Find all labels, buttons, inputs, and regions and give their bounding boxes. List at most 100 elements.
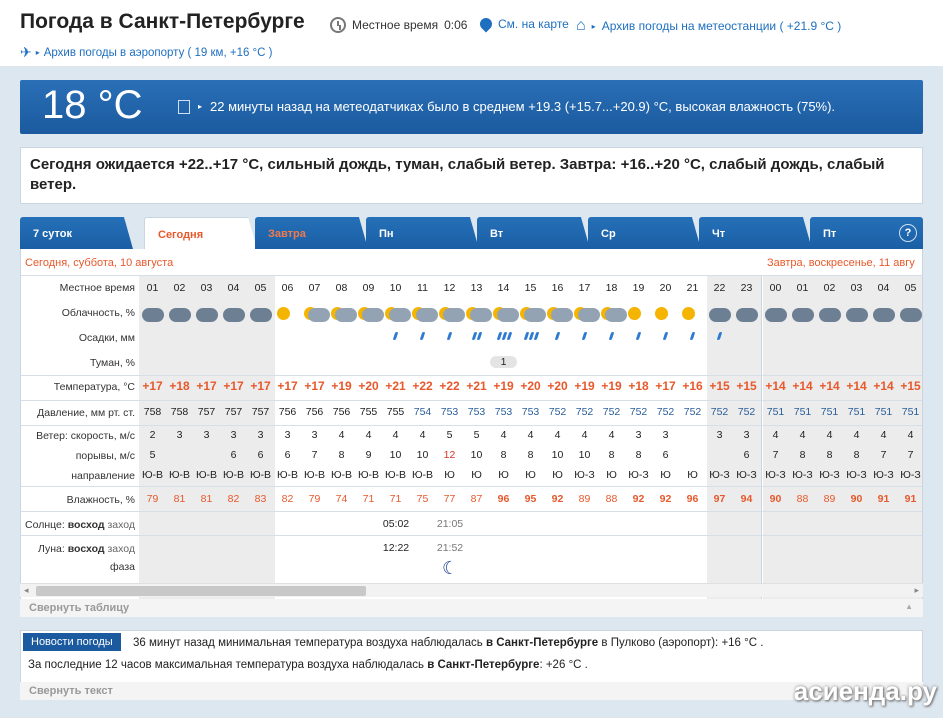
tab-thursday[interactable]: Чт — [699, 217, 812, 249]
news-line-2-city: в Санкт-Петербурге — [427, 659, 540, 671]
pressure-cell: 753 — [521, 406, 540, 418]
rain-drop-icon — [446, 332, 453, 340]
page-title: Погода в Санкт-Петербурге — [20, 10, 305, 33]
hour-cell: 05 — [904, 282, 917, 294]
sensor-message-text: 22 минуты назад на метеодатчиках было в … — [210, 99, 836, 114]
hour-cell: 21 — [686, 282, 699, 294]
wind-speed-cell: 4 — [338, 429, 345, 441]
hour-cell: 01 — [146, 282, 159, 294]
tab-monday[interactable]: Пн — [366, 217, 479, 249]
wind-direction-cell: Ю-З — [765, 469, 786, 481]
humidity-cell: 71 — [389, 493, 402, 505]
temperature-cell: +17 — [655, 379, 676, 393]
tab-wednesday[interactable]: Ср — [588, 217, 701, 249]
wind-speed-cell: 4 — [880, 429, 887, 441]
collapse-table-label[interactable]: Свернуть таблицу — [29, 602, 129, 614]
tab-today[interactable]: Сегодня — [144, 217, 257, 249]
wind-direction-cell: Ю — [444, 469, 455, 481]
wind-speed-cell: 3 — [311, 429, 318, 441]
hour-cell: 11 — [417, 282, 428, 294]
arrow-right-icon: ▸ — [198, 102, 203, 111]
label-sun: Солнце: восход заход — [25, 519, 135, 531]
humidity-cell: 82 — [281, 493, 294, 505]
gust-cell: 6 — [257, 449, 264, 461]
gust-cell: 6 — [743, 449, 750, 461]
hour-cell: 14 — [497, 282, 510, 294]
wind-speed-cell: 3 — [716, 429, 723, 441]
wind-direction-cell: Ю-З — [846, 469, 867, 481]
label-humidity: Влажность, % — [66, 494, 135, 506]
pressure-cell: 752 — [683, 406, 702, 418]
news-line-2-text: За последние 12 часов максимальная темпе… — [28, 659, 424, 671]
scroll-left-icon[interactable]: ◂ — [24, 585, 29, 596]
wind-speed-cell: 3 — [662, 429, 669, 441]
help-icon[interactable]: ? — [899, 224, 917, 242]
label-phase: фаза — [109, 561, 135, 573]
cloud-icon — [362, 308, 384, 322]
station-archive-label[interactable]: Архив погоды на метеостанции ( +21.9 °C … — [602, 19, 842, 33]
wind-direction-cell: Ю-В — [141, 469, 164, 481]
sensor-message: ▸ 22 минуты назад на метеодатчиках было … — [178, 99, 835, 114]
station-archive-link[interactable]: ⌂ ▸ Архив погоды на метеостанции ( +21.9… — [576, 17, 841, 35]
hour-cell: 00 — [769, 282, 782, 294]
rain-drop-icon — [392, 332, 399, 340]
hour-cell: 12 — [443, 282, 456, 294]
label-fog: Туман, % — [90, 357, 135, 369]
cloud-icon — [605, 308, 627, 322]
humidity-cell: 81 — [173, 493, 186, 505]
hour-cell: 19 — [632, 282, 645, 294]
pressure-cell: 752 — [737, 406, 756, 418]
label-precip: Осадки, мм — [78, 332, 135, 344]
row-divider — [21, 511, 922, 512]
cloud-icon — [250, 308, 272, 322]
rain-drop-icon — [689, 332, 696, 340]
tab-tuesday[interactable]: Вт — [477, 217, 590, 249]
row-divider — [21, 375, 922, 376]
day-header-tomorrow: Завтра, воскресенье, 11 авгу — [767, 257, 915, 269]
map-link-label[interactable]: См. на карте — [498, 17, 569, 31]
humidity-cell: 92 — [659, 493, 672, 505]
local-time-value: 0:06 — [444, 18, 468, 32]
cloud-icon — [578, 308, 600, 322]
airport-archive-label[interactable]: Архив погоды в аэропорту ( 19 км, +16 °C… — [44, 47, 273, 59]
humidity-cell: 90 — [769, 493, 782, 505]
temperature-cell: +14 — [819, 379, 840, 393]
tab-tomorrow[interactable]: Завтра — [255, 217, 368, 249]
collapse-text-button[interactable]: Свернуть текст — [20, 682, 923, 700]
label-wind-speed: Ветер: скорость, м/с — [36, 430, 135, 442]
temperature-cell: +14 — [792, 379, 813, 393]
cloud-icon — [416, 308, 438, 322]
wind-direction-cell: Ю — [687, 469, 698, 481]
humidity-cell: 81 — [200, 493, 213, 505]
gust-cell: 8 — [608, 449, 615, 461]
wind-direction-cell: Ю — [471, 469, 482, 481]
pressure-cell: 751 — [874, 406, 893, 418]
tab-7-days[interactable]: 7 суток — [20, 217, 133, 249]
rain-drop-icon — [608, 332, 615, 340]
wind-direction-cell: Ю — [606, 469, 617, 481]
hour-cell: 04 — [877, 282, 890, 294]
pressure-cell: 758 — [143, 406, 162, 418]
hour-cell: 13 — [470, 282, 483, 294]
collapse-table-button[interactable]: Свернуть таблицу ▲ — [20, 599, 923, 617]
hour-cell: 05 — [254, 282, 267, 294]
local-time: Местное время 0:06 — [330, 17, 467, 33]
pressure-cell: 757 — [224, 406, 243, 418]
temperature-cell: +14 — [873, 379, 894, 393]
hour-cell: 20 — [659, 282, 672, 294]
row-divider — [21, 425, 922, 426]
humidity-cell: 94 — [740, 493, 753, 505]
table-scrollbar[interactable]: ◂ ▸ — [20, 583, 923, 597]
gust-cell: 7 — [907, 449, 914, 461]
scrollbar-thumb[interactable] — [36, 586, 366, 596]
humidity-cell: 79 — [308, 493, 321, 505]
collapse-up-icon[interactable]: ▲ — [905, 602, 913, 611]
arrow-right-icon: ▸ — [591, 21, 596, 31]
airport-archive-link[interactable]: ✈ ▸ Архив погоды в аэропорту ( 19 км, +1… — [20, 44, 272, 61]
news-line-1-unit: °C . — [744, 637, 764, 649]
wind-speed-cell: 4 — [554, 429, 561, 441]
scroll-right-icon[interactable]: ▸ — [914, 585, 919, 596]
tab-friday[interactable]: Пт ? — [810, 217, 923, 249]
cloud-icon — [169, 308, 191, 322]
map-link[interactable]: См. на карте — [477, 15, 569, 33]
